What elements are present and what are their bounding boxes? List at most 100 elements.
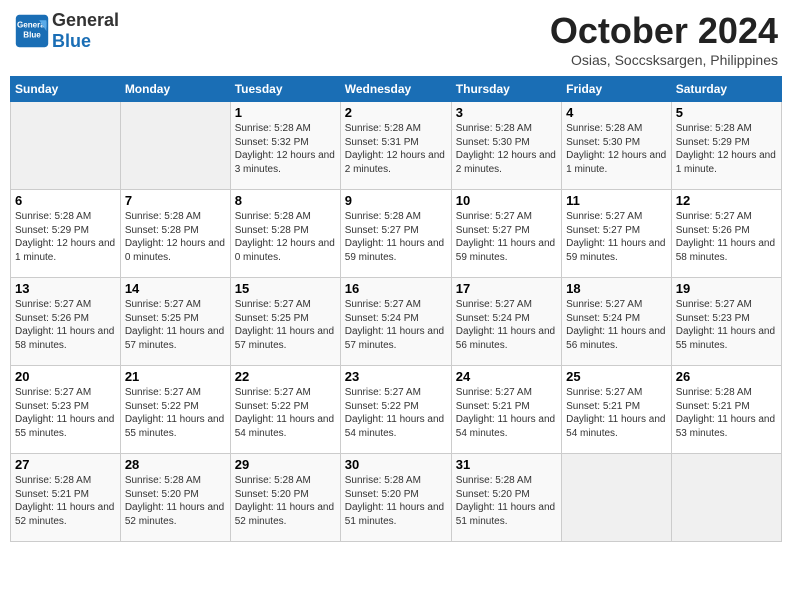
- calendar-cell: 6 Sunrise: 5:28 AM Sunset: 5:29 PM Daylig…: [11, 190, 121, 278]
- calendar-cell: 18Sunrise: 5:27 AM Sunset: 5:24 PM Dayli…: [562, 278, 672, 366]
- calendar-cell: 17Sunrise: 5:27 AM Sunset: 5:24 PM Dayli…: [451, 278, 561, 366]
- day-number: 12: [676, 193, 777, 208]
- day-info: Sunrise: 5:28 AM Sunset: 5:21 PM Dayligh…: [676, 386, 777, 440]
- day-info: Sunrise: 5:28 AM Sunset: 5:20 PM Dayligh…: [235, 474, 336, 528]
- day-number: 23: [345, 369, 447, 384]
- day-info: Sunrise: 5:27 AM Sunset: 5:27 PM Dayligh…: [566, 210, 667, 264]
- day-number: 25: [566, 369, 667, 384]
- calendar-body: 1Sunrise: 5:28 AM Sunset: 5:32 PM Daylig…: [11, 102, 782, 542]
- day-info: Sunrise: 5:28 AM Sunset: 5:20 PM Dayligh…: [125, 474, 226, 528]
- calendar-cell: 30 Sunrise: 5:28 AM Sunset: 5:20 PM Dayli…: [340, 454, 451, 542]
- location-subtitle: Osias, Soccsksargen, Philippines: [550, 52, 778, 68]
- day-info: Sunrise: 5:27 AM Sunset: 5:23 PM Dayligh…: [676, 298, 777, 352]
- day-number: 5: [676, 105, 777, 120]
- day-info: Sunrise: 5:28 AM Sunset: 5:28 PM Dayligh…: [125, 210, 226, 264]
- day-info: Sunrise: 5:27 AM Sunset: 5:22 PM Dayligh…: [235, 386, 336, 440]
- day-info: Sunrise: 5:28 AM Sunset: 5:29 PM Dayligh…: [15, 210, 116, 264]
- day-number: 22: [235, 369, 336, 384]
- day-number: 2: [345, 105, 447, 120]
- day-number: 19: [676, 281, 777, 296]
- week-row-4: 20Sunrise: 5:27 AM Sunset: 5:23 PM Dayli…: [11, 366, 782, 454]
- header-day-wednesday: Wednesday: [340, 77, 451, 102]
- calendar-cell: 29 Sunrise: 5:28 AM Sunset: 5:20 PM Dayli…: [230, 454, 340, 542]
- logo-blue-text: Blue: [52, 31, 91, 51]
- header-day-thursday: Thursday: [451, 77, 561, 102]
- day-number: 15: [235, 281, 336, 296]
- logo-general-text: General: [52, 10, 119, 30]
- header-day-monday: Monday: [120, 77, 230, 102]
- calendar-header: SundayMondayTuesdayWednesdayThursdayFrid…: [11, 77, 782, 102]
- header-day-friday: Friday: [562, 77, 672, 102]
- calendar-cell: 31Sunrise: 5:28 AM Sunset: 5:20 PM Dayli…: [451, 454, 561, 542]
- day-info: Sunrise: 5:28 AM Sunset: 5:28 PM Dayligh…: [235, 210, 336, 264]
- calendar-cell: 19 Sunrise: 5:27 AM Sunset: 5:23 PM Dayli…: [671, 278, 781, 366]
- day-number: 28: [125, 457, 226, 472]
- calendar-cell: [11, 102, 121, 190]
- calendar-cell: 25 Sunrise: 5:27 AM Sunset: 5:21 PM Dayli…: [562, 366, 672, 454]
- calendar-cell: 8Sunrise: 5:28 AM Sunset: 5:28 PM Daylig…: [230, 190, 340, 278]
- week-row-1: 1Sunrise: 5:28 AM Sunset: 5:32 PM Daylig…: [11, 102, 782, 190]
- calendar-cell: [120, 102, 230, 190]
- calendar-cell: [671, 454, 781, 542]
- week-row-2: 6 Sunrise: 5:28 AM Sunset: 5:29 PM Daylig…: [11, 190, 782, 278]
- calendar-cell: 10 Sunrise: 5:27 AM Sunset: 5:27 PM Dayli…: [451, 190, 561, 278]
- day-number: 24: [456, 369, 557, 384]
- calendar-cell: 16 Sunrise: 5:27 AM Sunset: 5:24 PM Dayli…: [340, 278, 451, 366]
- calendar-cell: 9Sunrise: 5:28 AM Sunset: 5:27 PM Daylig…: [340, 190, 451, 278]
- header-day-sunday: Sunday: [11, 77, 121, 102]
- day-info: Sunrise: 5:28 AM Sunset: 5:20 PM Dayligh…: [345, 474, 447, 528]
- logo-icon: General Blue: [14, 13, 50, 49]
- day-number: 30: [345, 457, 447, 472]
- week-row-5: 27Sunrise: 5:28 AM Sunset: 5:21 PM Dayli…: [11, 454, 782, 542]
- month-title: October 2024: [550, 10, 778, 52]
- calendar-cell: 28 Sunrise: 5:28 AM Sunset: 5:20 PM Dayli…: [120, 454, 230, 542]
- day-info: Sunrise: 5:28 AM Sunset: 5:31 PM Dayligh…: [345, 122, 447, 176]
- day-info: Sunrise: 5:28 AM Sunset: 5:30 PM Dayligh…: [456, 122, 557, 176]
- calendar-cell: 7 Sunrise: 5:28 AM Sunset: 5:28 PM Daylig…: [120, 190, 230, 278]
- day-info: Sunrise: 5:27 AM Sunset: 5:26 PM Dayligh…: [676, 210, 777, 264]
- day-number: 1: [235, 105, 336, 120]
- day-info: Sunrise: 5:28 AM Sunset: 5:29 PM Dayligh…: [676, 122, 777, 176]
- day-info: Sunrise: 5:27 AM Sunset: 5:24 PM Dayligh…: [456, 298, 557, 352]
- calendar-cell: 21Sunrise: 5:27 AM Sunset: 5:22 PM Dayli…: [120, 366, 230, 454]
- day-number: 10: [456, 193, 557, 208]
- day-number: 21: [125, 369, 226, 384]
- day-info: Sunrise: 5:27 AM Sunset: 5:25 PM Dayligh…: [125, 298, 226, 352]
- day-number: 16: [345, 281, 447, 296]
- calendar-cell: 23 Sunrise: 5:27 AM Sunset: 5:22 PM Dayli…: [340, 366, 451, 454]
- calendar-table: SundayMondayTuesdayWednesdayThursdayFrid…: [10, 76, 782, 542]
- calendar-cell: 4Sunrise: 5:28 AM Sunset: 5:30 PM Daylig…: [562, 102, 672, 190]
- calendar-cell: 13 Sunrise: 5:27 AM Sunset: 5:26 PM Dayli…: [11, 278, 121, 366]
- day-info: Sunrise: 5:27 AM Sunset: 5:24 PM Dayligh…: [345, 298, 447, 352]
- calendar-cell: 12 Sunrise: 5:27 AM Sunset: 5:26 PM Dayli…: [671, 190, 781, 278]
- page-header: General Blue General Blue October 2024 O…: [10, 10, 782, 68]
- calendar-cell: 1Sunrise: 5:28 AM Sunset: 5:32 PM Daylig…: [230, 102, 340, 190]
- calendar-cell: 20Sunrise: 5:27 AM Sunset: 5:23 PM Dayli…: [11, 366, 121, 454]
- calendar-cell: 22 Sunrise: 5:27 AM Sunset: 5:22 PM Dayli…: [230, 366, 340, 454]
- day-info: Sunrise: 5:27 AM Sunset: 5:21 PM Dayligh…: [456, 386, 557, 440]
- day-number: 6: [15, 193, 116, 208]
- day-info: Sunrise: 5:27 AM Sunset: 5:26 PM Dayligh…: [15, 298, 116, 352]
- day-info: Sunrise: 5:27 AM Sunset: 5:22 PM Dayligh…: [345, 386, 447, 440]
- title-block: October 2024 Osias, Soccsksargen, Philip…: [550, 10, 778, 68]
- day-info: Sunrise: 5:27 AM Sunset: 5:21 PM Dayligh…: [566, 386, 667, 440]
- calendar-cell: 26 Sunrise: 5:28 AM Sunset: 5:21 PM Dayli…: [671, 366, 781, 454]
- day-number: 31: [456, 457, 557, 472]
- day-info: Sunrise: 5:27 AM Sunset: 5:25 PM Dayligh…: [235, 298, 336, 352]
- header-day-tuesday: Tuesday: [230, 77, 340, 102]
- day-info: Sunrise: 5:27 AM Sunset: 5:27 PM Dayligh…: [456, 210, 557, 264]
- calendar-cell: 2 Sunrise: 5:28 AM Sunset: 5:31 PM Daylig…: [340, 102, 451, 190]
- day-info: Sunrise: 5:28 AM Sunset: 5:21 PM Dayligh…: [15, 474, 116, 528]
- day-number: 14: [125, 281, 226, 296]
- header-day-saturday: Saturday: [671, 77, 781, 102]
- day-number: 26: [676, 369, 777, 384]
- day-number: 13: [15, 281, 116, 296]
- calendar-cell: [562, 454, 672, 542]
- calendar-cell: 11Sunrise: 5:27 AM Sunset: 5:27 PM Dayli…: [562, 190, 672, 278]
- day-number: 4: [566, 105, 667, 120]
- day-info: Sunrise: 5:27 AM Sunset: 5:24 PM Dayligh…: [566, 298, 667, 352]
- day-info: Sunrise: 5:27 AM Sunset: 5:23 PM Dayligh…: [15, 386, 116, 440]
- day-number: 29: [235, 457, 336, 472]
- day-number: 7: [125, 193, 226, 208]
- day-number: 3: [456, 105, 557, 120]
